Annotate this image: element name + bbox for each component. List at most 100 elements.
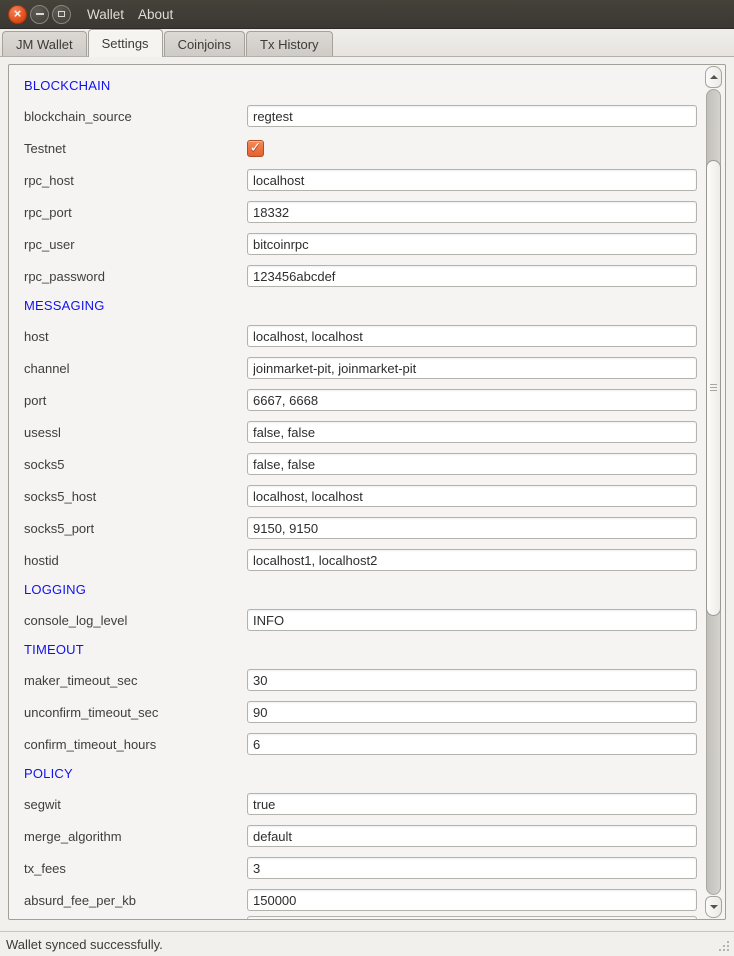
absurd_fee_per_kb-input[interactable] bbox=[247, 889, 697, 911]
settings-row: absurd_fee_per_kb bbox=[9, 884, 725, 916]
field-label: blockchain_source bbox=[24, 109, 247, 124]
menu-about[interactable]: About bbox=[138, 7, 173, 22]
scrollbar-track[interactable] bbox=[706, 89, 721, 895]
rpc_port-input[interactable] bbox=[247, 201, 697, 223]
minimize-button[interactable] bbox=[30, 5, 49, 24]
settings-row: rpc_port bbox=[9, 196, 725, 228]
settings-row bbox=[9, 916, 725, 920]
rpc_user-input[interactable] bbox=[247, 233, 697, 255]
field-label: segwit bbox=[24, 797, 247, 812]
settings-row: rpc_host bbox=[9, 164, 725, 196]
thumb-grip-icon bbox=[710, 384, 717, 392]
settings-row: Testnet✓ bbox=[9, 132, 725, 164]
settings-row: merge_algorithm bbox=[9, 820, 725, 852]
confirm_timeout_hours-input[interactable] bbox=[247, 733, 697, 755]
settings-scroll-area: BLOCKCHAIN blockchain_source Testnet✓ rpc_h… bbox=[8, 64, 726, 920]
port-input[interactable] bbox=[247, 389, 697, 411]
settings-row: console_log_level bbox=[9, 604, 725, 636]
field-label: absurd_fee_per_kb bbox=[24, 893, 247, 908]
settings-row: rpc_user bbox=[9, 228, 725, 260]
settings-form: BLOCKCHAIN blockchain_source Testnet✓ rpc_h… bbox=[9, 65, 725, 920]
scroll-down-button[interactable] bbox=[705, 896, 722, 918]
check-icon: ✓ bbox=[250, 140, 262, 154]
hostid-input[interactable] bbox=[247, 549, 697, 571]
close-button[interactable]: × bbox=[8, 5, 27, 24]
field-label: port bbox=[24, 393, 247, 408]
host-input[interactable] bbox=[247, 325, 697, 347]
vertical-scrollbar[interactable] bbox=[704, 66, 724, 918]
tx_fees-input[interactable] bbox=[247, 857, 697, 879]
settings-row: socks5_port bbox=[9, 512, 725, 544]
field-label: hostid bbox=[24, 553, 247, 568]
field-label: usessl bbox=[24, 425, 247, 440]
close-icon: × bbox=[14, 7, 22, 20]
scroll-up-button[interactable] bbox=[705, 66, 722, 88]
section-header: LOGGING bbox=[9, 576, 725, 604]
tab-settings[interactable]: Settings bbox=[88, 29, 163, 57]
resize-grip[interactable] bbox=[719, 941, 731, 953]
status-bar: Wallet synced successfully. bbox=[0, 931, 734, 956]
blockchain_source-input[interactable] bbox=[247, 105, 697, 127]
rpc_password-input[interactable] bbox=[247, 265, 697, 287]
settings-row: host bbox=[9, 320, 725, 352]
partial-field-input[interactable] bbox=[247, 916, 697, 920]
settings-row: channel bbox=[9, 352, 725, 384]
settings-row: maker_timeout_sec bbox=[9, 664, 725, 696]
section-header: BLOCKCHAIN bbox=[9, 72, 725, 100]
field-label: socks5_port bbox=[24, 521, 247, 536]
section-header: TIMEOUT bbox=[9, 636, 725, 664]
status-message: Wallet synced successfully. bbox=[6, 937, 163, 952]
field-label: unconfirm_timeout_sec bbox=[24, 705, 247, 720]
arrow-down-icon bbox=[710, 905, 718, 909]
field-label: rpc_port bbox=[24, 205, 247, 220]
segwit-input[interactable] bbox=[247, 793, 697, 815]
maximize-button[interactable] bbox=[52, 5, 71, 24]
socks5_host-input[interactable] bbox=[247, 485, 697, 507]
field-label: confirm_timeout_hours bbox=[24, 737, 247, 752]
settings-row: hostid bbox=[9, 544, 725, 576]
rpc_host-input[interactable] bbox=[247, 169, 697, 191]
field-label: host bbox=[24, 329, 247, 344]
field-label: socks5_host bbox=[24, 489, 247, 504]
field-label: console_log_level bbox=[24, 613, 247, 628]
minimize-icon bbox=[36, 13, 44, 15]
settings-row: tx_fees bbox=[9, 852, 725, 884]
settings-row: socks5_host bbox=[9, 480, 725, 512]
arrow-up-icon bbox=[710, 75, 718, 79]
field-label: channel bbox=[24, 361, 247, 376]
maximize-icon bbox=[58, 11, 65, 17]
field-label: maker_timeout_sec bbox=[24, 673, 247, 688]
settings-row: rpc_password bbox=[9, 260, 725, 292]
tab-coinjoins[interactable]: Coinjoins bbox=[164, 31, 245, 56]
settings-row: segwit bbox=[9, 788, 725, 820]
field-label: rpc_host bbox=[24, 173, 247, 188]
console_log_level-input[interactable] bbox=[247, 609, 697, 631]
channel-input[interactable] bbox=[247, 357, 697, 379]
settings-row: socks5 bbox=[9, 448, 725, 480]
section-header: POLICY bbox=[9, 760, 725, 788]
unconfirm_timeout_sec-input[interactable] bbox=[247, 701, 697, 723]
field-label: merge_algorithm bbox=[24, 829, 247, 844]
maker_timeout_sec-input[interactable] bbox=[247, 669, 697, 691]
field-label: tx_fees bbox=[24, 861, 247, 876]
menu-wallet[interactable]: Wallet bbox=[87, 7, 124, 22]
app-window: × Wallet About JM Wallet Settings Coinjo… bbox=[0, 0, 734, 956]
scrollbar-thumb[interactable] bbox=[706, 160, 721, 616]
field-label: rpc_password bbox=[24, 269, 247, 284]
tab-tx-history[interactable]: Tx History bbox=[246, 31, 333, 56]
settings-pane: BLOCKCHAIN blockchain_source Testnet✓ rpc_h… bbox=[0, 57, 734, 931]
testnet-checkbox[interactable]: ✓ bbox=[247, 140, 264, 157]
settings-row: unconfirm_timeout_sec bbox=[9, 696, 725, 728]
socks5_port-input[interactable] bbox=[247, 517, 697, 539]
merge_algorithm-input[interactable] bbox=[247, 825, 697, 847]
tab-bar: JM Wallet Settings Coinjoins Tx History bbox=[0, 29, 734, 57]
field-label: Testnet bbox=[24, 141, 247, 156]
field-label: rpc_user bbox=[24, 237, 247, 252]
socks5-input[interactable] bbox=[247, 453, 697, 475]
titlebar: × Wallet About bbox=[0, 0, 734, 29]
usessl-input[interactable] bbox=[247, 421, 697, 443]
settings-row: usessl bbox=[9, 416, 725, 448]
settings-row: blockchain_source bbox=[9, 100, 725, 132]
settings-row: port bbox=[9, 384, 725, 416]
tab-jm-wallet[interactable]: JM Wallet bbox=[2, 31, 87, 56]
